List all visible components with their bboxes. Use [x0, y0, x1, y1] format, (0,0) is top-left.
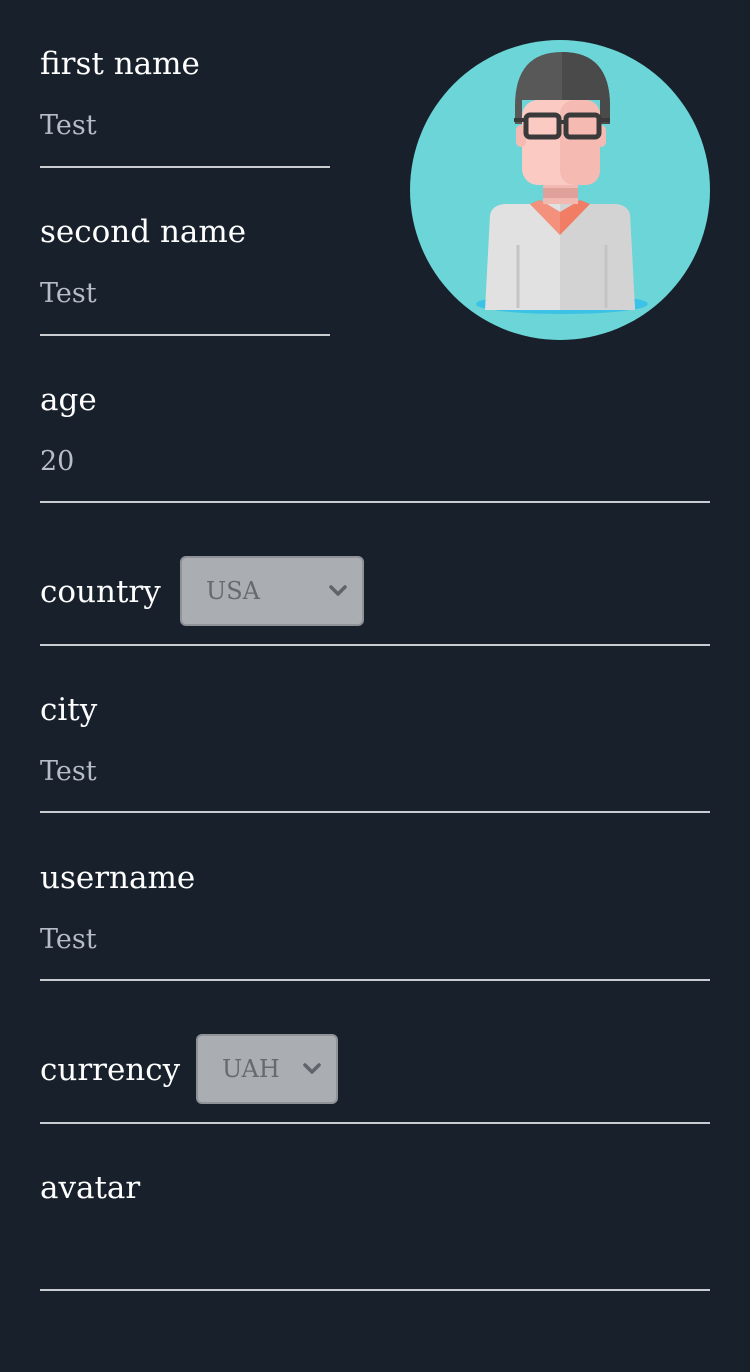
country-select[interactable]: USA	[180, 556, 364, 626]
chevron-down-icon	[328, 581, 348, 601]
username-input[interactable]: Test	[40, 924, 97, 956]
age-input[interactable]: 20	[40, 446, 74, 478]
username-underline	[40, 979, 710, 981]
profile-avatar-icon	[410, 40, 710, 340]
city-label: city	[40, 692, 98, 728]
currency-selected-value: UAH	[222, 1055, 280, 1083]
city-underline	[40, 811, 710, 813]
currency-underline	[40, 1122, 710, 1124]
country-underline	[40, 644, 710, 646]
country-label: country	[40, 574, 161, 610]
currency-select[interactable]: UAH	[196, 1034, 338, 1104]
username-label: username	[40, 860, 196, 896]
avatar-file-input[interactable]	[40, 1220, 710, 1280]
city-input[interactable]: Test	[40, 756, 97, 788]
country-selected-value: USA	[206, 577, 260, 605]
second-name-label: second name	[40, 214, 247, 250]
first-name-input[interactable]: Test	[40, 110, 97, 142]
second-name-underline	[40, 334, 330, 336]
currency-label: currency	[40, 1052, 181, 1088]
avatar-label: avatar	[40, 1170, 141, 1206]
first-name-underline	[40, 166, 330, 168]
chevron-down-icon	[302, 1059, 322, 1079]
age-underline	[40, 501, 710, 503]
age-label: age	[40, 382, 97, 418]
second-name-input[interactable]: Test	[40, 278, 97, 310]
first-name-label: first name	[40, 46, 200, 82]
avatar-underline	[40, 1289, 710, 1291]
